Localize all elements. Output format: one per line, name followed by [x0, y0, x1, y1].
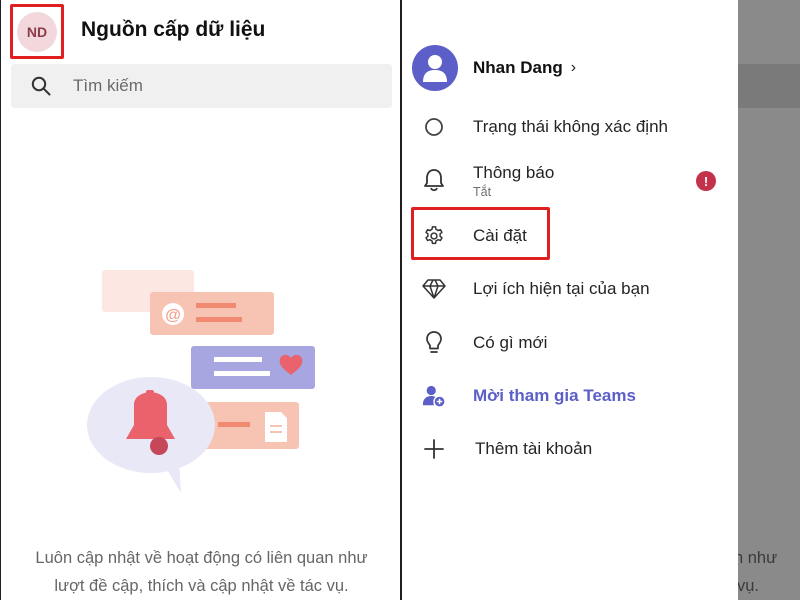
page-title: Nguồn cấp dữ liệu: [81, 18, 266, 41]
menu-item-label: Có gì mới: [473, 333, 548, 352]
menu-item-whats-new[interactable]: Có gì mới: [402, 318, 738, 368]
empty-feed-line-1: Luôn cập nhật về hoạt động có liên quan …: [35, 549, 368, 567]
person-icon: [423, 55, 447, 82]
settings-highlight-box: [411, 207, 550, 260]
menu-item-benefits[interactable]: Lợi ích hiện tại của bạn: [402, 264, 738, 314]
menu-item-label: Lợi ích hiện tại của bạn: [473, 279, 650, 298]
empty-feed-message: Luôn cập nhật về hoạt động có liên quan …: [11, 544, 392, 600]
profile-name: Nhan Dang: [473, 58, 563, 77]
overlay-text-line-2: vụ.: [738, 577, 760, 595]
overlay-feed-text: n như vụ.: [738, 544, 777, 600]
search-placeholder: Tìm kiếm: [73, 76, 143, 95]
plus-icon: [422, 437, 446, 461]
menu-item-add-account[interactable]: Thêm tài khoản: [402, 424, 738, 474]
menu-item-status[interactable]: Trạng thái không xác định: [402, 102, 738, 152]
menu-item-label: Thông báo: [473, 163, 555, 182]
chevron-right-icon: ›: [570, 59, 577, 76]
svg-text:@: @: [165, 307, 181, 324]
search-icon: [31, 76, 51, 96]
account-drawer: Nhan Dang › Trạng thái không xác định Th…: [402, 0, 738, 600]
menu-item-label: Thêm tài khoản: [475, 439, 593, 458]
empty-feed-line-2: lượt đề cập, thích và cập nhật về tác vụ…: [54, 577, 349, 595]
diamond-icon: [422, 277, 446, 301]
status-circle-icon: [422, 115, 446, 139]
profile-button[interactable]: Nhan Dang ›: [412, 45, 576, 91]
activity-feed-panel: ND Nguồn cấp dữ liệu Tìm kiếm @ Luôn cập…: [0, 0, 401, 600]
menu-item-label: Mời tham gia Teams: [473, 386, 636, 405]
bell-icon: [422, 168, 446, 192]
overlay-text-line-1: n như: [738, 549, 778, 567]
profile-avatar: [412, 45, 458, 91]
menu-item-label: Trạng thái không xác định: [473, 117, 668, 136]
add-person-icon: [422, 384, 446, 408]
overlay-search-bar: [738, 64, 800, 108]
menu-item-invite[interactable]: Mời tham gia Teams: [402, 371, 738, 421]
dim-overlay[interactable]: n như vụ.: [738, 0, 800, 600]
empty-feed-illustration: @: [87, 270, 315, 493]
lightbulb-icon: [422, 331, 446, 355]
avatar-highlight-box: [10, 4, 64, 59]
alert-badge: !: [696, 171, 716, 191]
search-input[interactable]: Tìm kiếm: [11, 64, 392, 108]
menu-item-sublabel: Tắt: [473, 185, 492, 199]
menu-item-notifications[interactable]: Thông báo Tắt !: [402, 158, 738, 210]
